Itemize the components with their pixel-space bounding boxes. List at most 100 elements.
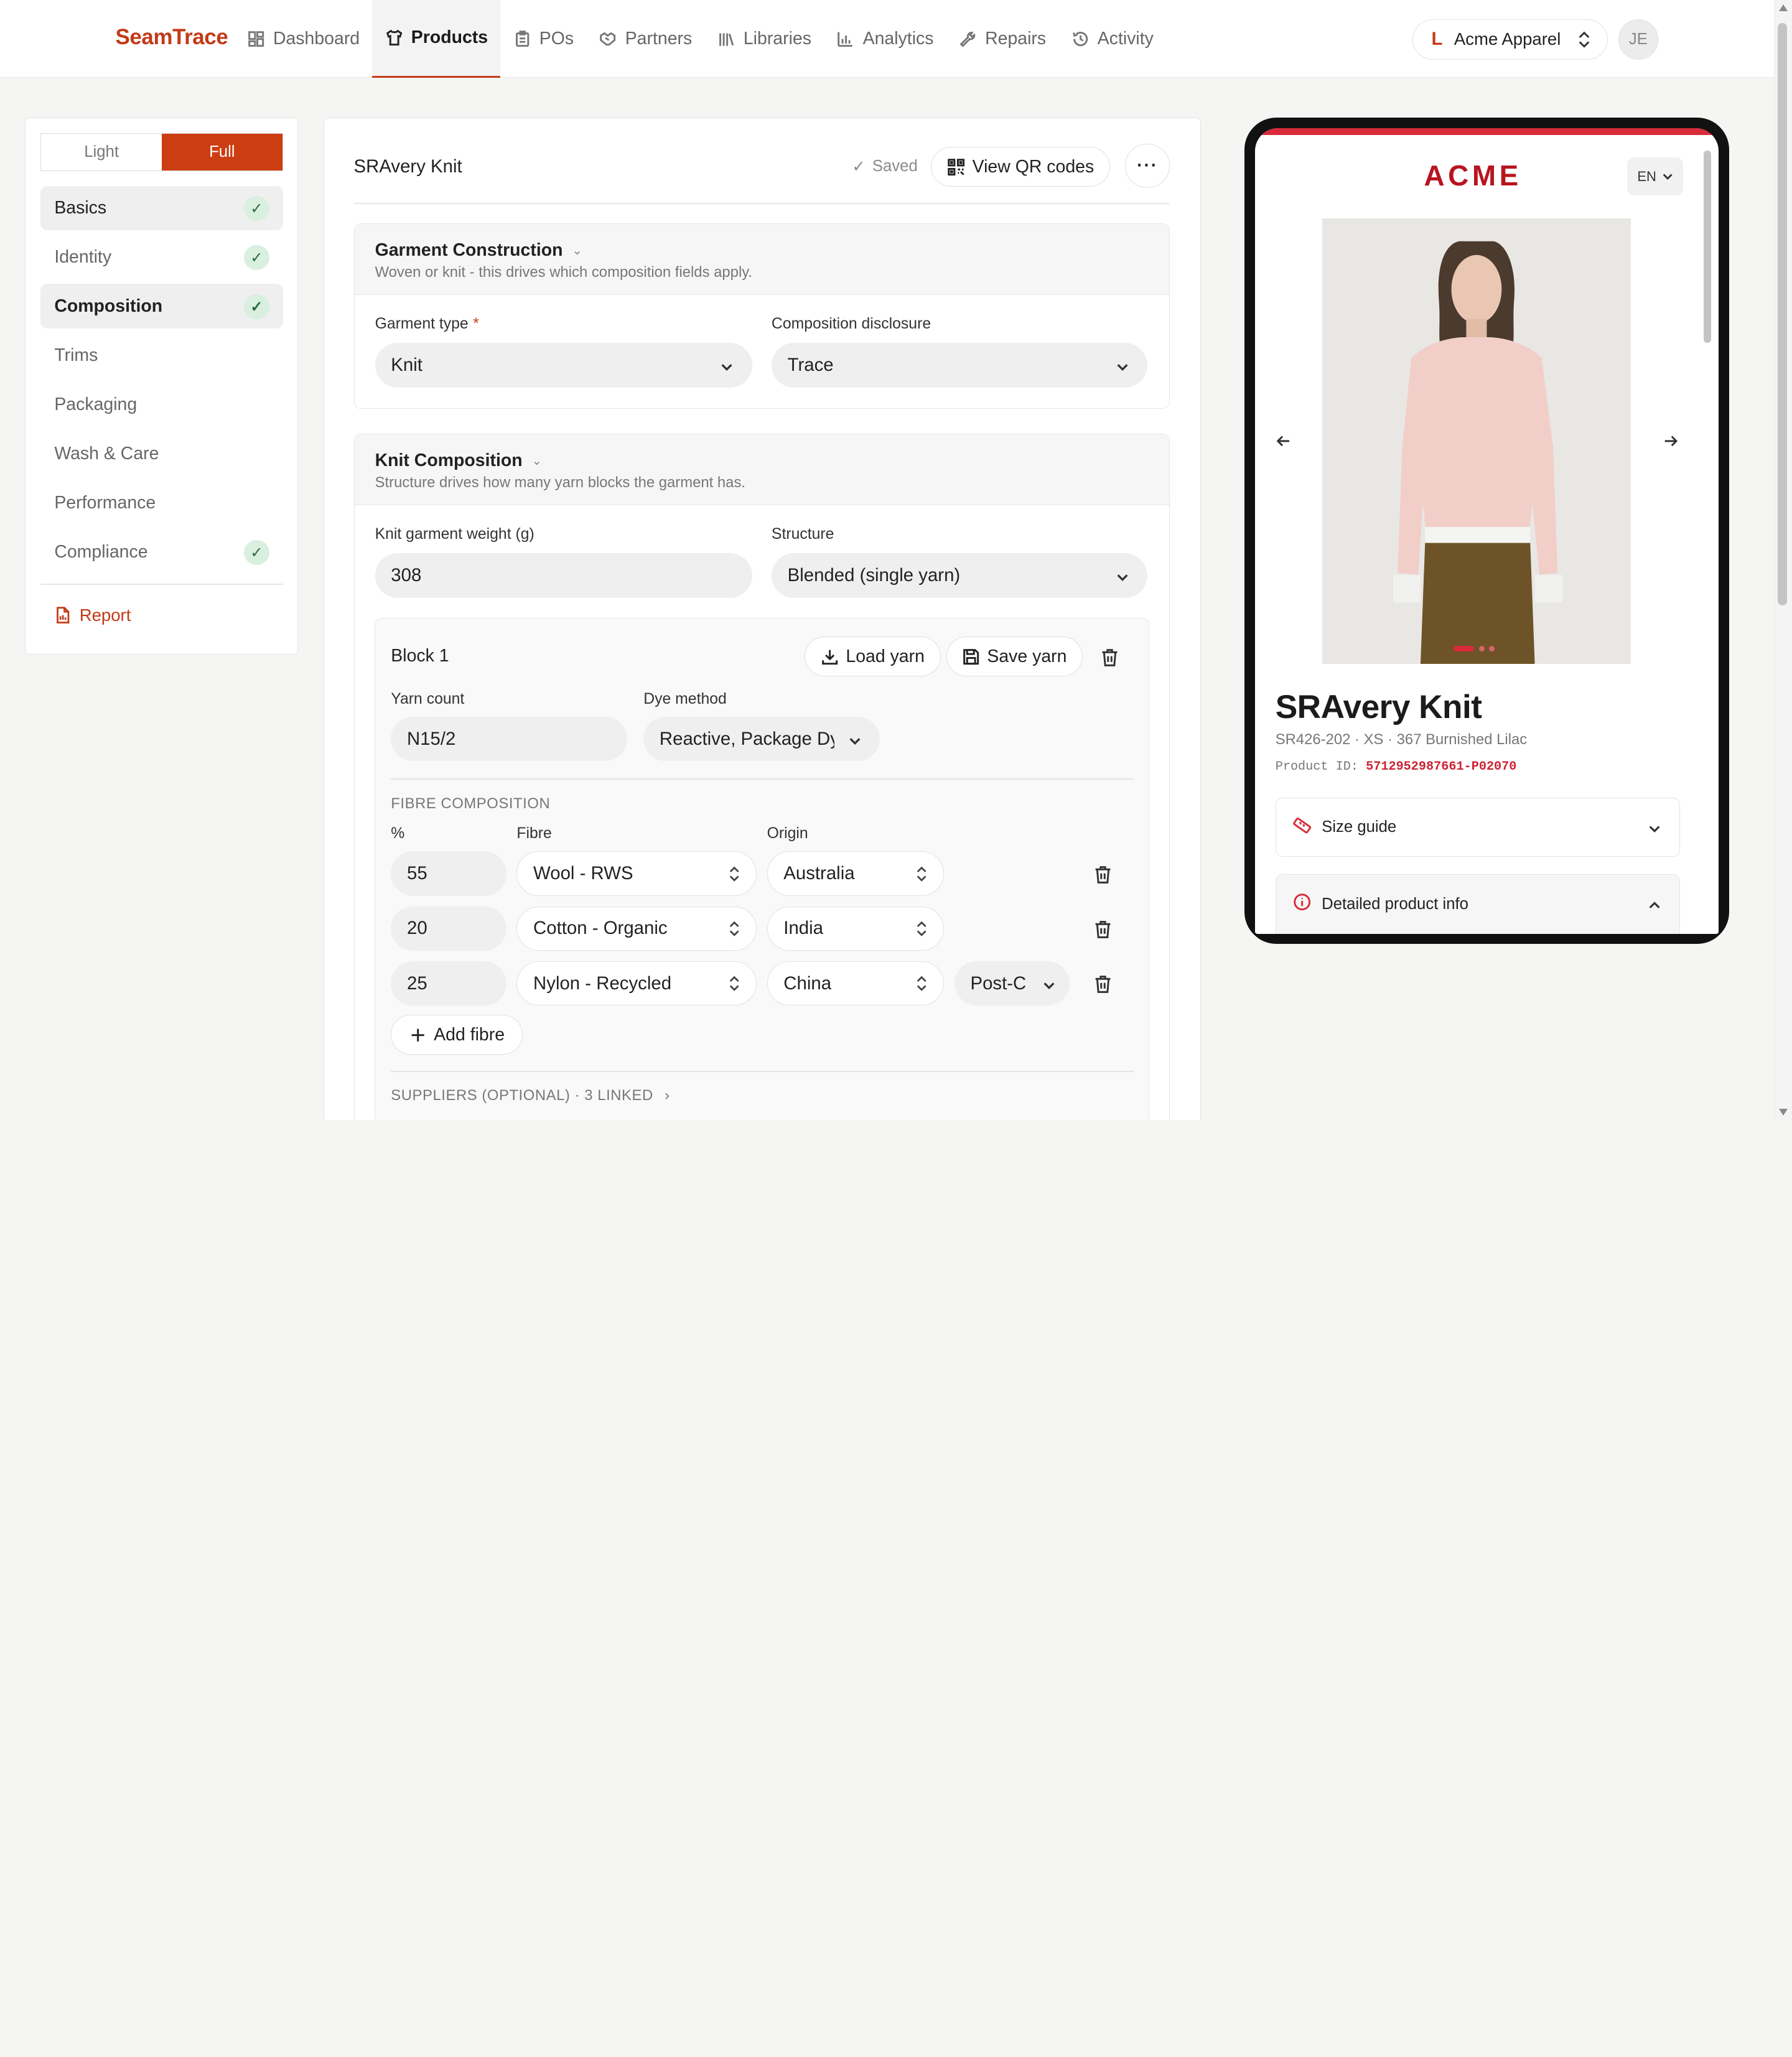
main-nav: Dashboard Products POs Partners Librarie…: [235, 0, 1167, 78]
detailed-info-accordion[interactable]: Detailed product info: [1275, 874, 1680, 934]
more-options-button[interactable]: ···: [1125, 143, 1170, 189]
organization-switcher[interactable]: L Acme Apparel: [1412, 19, 1608, 60]
select-value: India: [783, 918, 823, 939]
carousel-dot-active[interactable]: [1454, 645, 1475, 651]
trash-icon[interactable]: [1093, 919, 1113, 940]
card-header[interactable]: Knit Composition ⌄ Structure drives how m…: [354, 434, 1169, 505]
structure-select[interactable]: Blended (single yarn): [771, 553, 1148, 598]
yarn-count-input[interactable]: N15/2: [391, 716, 628, 762]
chevron-down-icon: [848, 732, 862, 745]
chevron-down-icon: ⌄: [531, 454, 543, 468]
load-yarn-button[interactable]: Load yarn: [805, 637, 941, 677]
suppliers-toggle[interactable]: SUPPLIERS (OPTIONAL) · 3 LINKED ›: [391, 1087, 670, 1104]
section-label: Trims: [54, 345, 98, 365]
card-title-text: Knit Composition: [375, 450, 523, 470]
product-title: SRAvery Knit: [353, 156, 462, 177]
section-packaging[interactable]: Packaging: [40, 382, 282, 427]
nav-repairs[interactable]: Repairs: [946, 0, 1059, 78]
previous-image-button[interactable]: [1276, 433, 1292, 449]
fibre-percent-input[interactable]: 55: [391, 851, 506, 897]
origin-select[interactable]: Australia: [767, 851, 945, 897]
chevron-down-icon: [1663, 174, 1673, 180]
scroll-up-arrow[interactable]: [1778, 4, 1788, 12]
section-compliance[interactable]: Compliance ✓: [40, 529, 282, 574]
origin-select[interactable]: China: [767, 961, 945, 1006]
app-logo[interactable]: SeamTrace: [116, 25, 228, 50]
origin-select[interactable]: India: [767, 906, 945, 951]
select-value: Blended (single yarn): [787, 564, 961, 585]
org-name: Acme Apparel: [1454, 29, 1561, 49]
scrollbar-thumb[interactable]: [1704, 151, 1711, 343]
saved-status: ✓ Saved: [852, 157, 917, 176]
nav-label: Partners: [625, 28, 693, 49]
nav-pos[interactable]: POs: [500, 0, 586, 78]
knit-weight-input[interactable]: 308: [375, 553, 752, 598]
nav-products[interactable]: Products: [372, 0, 501, 78]
trash-icon[interactable]: [1093, 974, 1113, 994]
check-icon: ✓: [244, 245, 269, 271]
nav-partners[interactable]: Partners: [586, 0, 704, 78]
page-scrollbar[interactable]: [1773, 0, 1792, 1120]
scroll-down-arrow[interactable]: [1778, 1108, 1788, 1116]
document-icon: [57, 607, 70, 623]
product-id-label: Product ID:: [1275, 760, 1358, 775]
fibre-select[interactable]: Wool - RWS: [516, 851, 757, 897]
nav-dashboard[interactable]: Dashboard: [235, 0, 373, 78]
nav-label: POs: [539, 28, 574, 49]
view-qr-codes-button[interactable]: View QR codes: [931, 147, 1111, 187]
save-yarn-button[interactable]: Save yarn: [946, 637, 1083, 677]
section-performance[interactable]: Performance: [40, 480, 282, 525]
product-image[interactable]: [1322, 218, 1631, 665]
chevron-right-icon: ›: [665, 1086, 670, 1104]
model-illustration: [1322, 218, 1631, 665]
divider: [391, 1071, 1134, 1072]
nav-analytics[interactable]: Analytics: [824, 0, 946, 78]
section-label: Identity: [54, 246, 112, 267]
carousel-dot[interactable]: [1478, 645, 1485, 651]
composition-disclosure-select[interactable]: Trace: [771, 343, 1148, 388]
fibre-percent-input[interactable]: 25: [391, 961, 506, 1006]
fibre-percent-input[interactable]: 20: [391, 906, 506, 951]
fibre-select[interactable]: Cotton - Organic: [516, 906, 757, 951]
nav-activity[interactable]: Activity: [1058, 0, 1166, 78]
language-selector[interactable]: EN: [1627, 157, 1684, 196]
handshake-icon: [600, 32, 616, 46]
scrollbar-thumb[interactable]: [1778, 22, 1787, 606]
nav-libraries[interactable]: Libraries: [704, 0, 824, 78]
section-composition[interactable]: Composition ✓: [40, 284, 283, 329]
garment-type-select[interactable]: Knit: [375, 343, 752, 388]
user-avatar[interactable]: JE: [1618, 19, 1659, 60]
add-fibre-button[interactable]: Add fibre: [391, 1015, 523, 1055]
card-header[interactable]: Garment Construction ⌄ Woven or knit - th…: [354, 224, 1169, 296]
preview-scrollbar[interactable]: [1702, 144, 1713, 932]
mode-light-button[interactable]: Light: [41, 134, 162, 170]
check-icon: ✓: [244, 196, 269, 222]
trash-icon[interactable]: [1099, 647, 1120, 668]
section-wash-care[interactable]: Wash & Care: [40, 431, 282, 476]
input-value: 308: [391, 564, 422, 585]
arrow-right-icon: [1665, 436, 1678, 447]
dye-method-select[interactable]: Reactive, Package Dye: [643, 716, 880, 762]
mode-toggle: Light Full: [40, 133, 283, 171]
detailed-info-label: Detailed product info: [1322, 895, 1468, 913]
recycled-type-select[interactable]: Post-C: [954, 961, 1070, 1006]
select-value: Nylon - Recycled: [533, 973, 672, 994]
view-qr-label: View QR codes: [972, 156, 1094, 177]
check-icon: ✓: [244, 539, 269, 566]
select-value: Australia: [783, 863, 855, 884]
section-identity[interactable]: Identity ✓: [40, 235, 282, 280]
fibre-column-header: Fibre: [516, 825, 552, 842]
fibre-select[interactable]: Nylon - Recycled: [516, 961, 757, 1006]
section-label: Compliance: [54, 541, 148, 562]
size-guide-accordion[interactable]: Size guide: [1275, 797, 1680, 857]
next-image-button[interactable]: [1663, 433, 1679, 449]
section-basics[interactable]: Basics ✓: [40, 185, 283, 231]
section-trims[interactable]: Trims: [40, 333, 282, 378]
report-link[interactable]: Report: [54, 605, 131, 625]
select-value: Wool - RWS: [533, 863, 633, 884]
mode-full-button[interactable]: Full: [161, 134, 282, 170]
chevron-up-down-icon: [916, 920, 927, 938]
trash-icon[interactable]: [1093, 864, 1113, 885]
report-label: Report: [79, 605, 131, 625]
carousel-dot[interactable]: [1489, 645, 1495, 651]
